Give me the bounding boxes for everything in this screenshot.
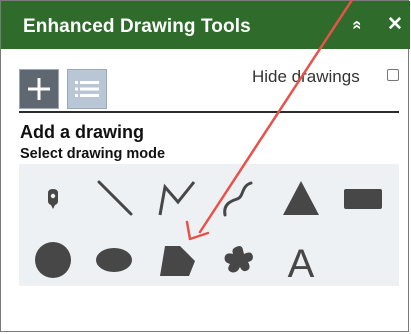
hide-drawings-checkbox[interactable] xyxy=(387,69,399,81)
drawing-mode-grid: A xyxy=(19,164,399,286)
freehand-line-tool-button[interactable] xyxy=(213,174,265,222)
hide-drawings-label: Hide drawings xyxy=(252,67,360,86)
triangle-tool-button[interactable] xyxy=(275,174,327,222)
tab-divider xyxy=(19,111,399,113)
drawing-tools-panel: Enhanced Drawing Tools « ✕ Hide drawings… xyxy=(0,0,410,332)
svg-text:A: A xyxy=(288,242,315,282)
circle-icon xyxy=(35,242,71,278)
polygon-icon xyxy=(160,246,195,276)
triangle-icon xyxy=(283,181,319,215)
close-icon: ✕ xyxy=(387,14,403,35)
freehand-polygon-tool-button[interactable] xyxy=(213,234,265,282)
text-icon: A xyxy=(288,242,315,282)
polygon-tool-button[interactable] xyxy=(151,234,203,282)
line-tool-button[interactable] xyxy=(89,174,141,222)
ellipse-tool-button[interactable] xyxy=(89,234,141,282)
circle-tool-button[interactable] xyxy=(27,234,79,282)
list-icon xyxy=(75,81,99,97)
collapse-icon: « xyxy=(349,20,368,30)
close-button[interactable]: ✕ xyxy=(384,11,406,39)
line-icon xyxy=(97,180,133,216)
ellipse-icon xyxy=(96,248,132,272)
polyline-tool-button[interactable] xyxy=(151,174,203,222)
point-tool-button[interactable] xyxy=(27,174,79,222)
plus-icon xyxy=(28,78,50,100)
freehand-line-icon xyxy=(223,181,253,217)
text-tool-button[interactable]: A xyxy=(275,234,327,282)
section-subheading: Select drawing mode xyxy=(20,146,166,162)
rectangle-icon xyxy=(344,189,382,209)
panel-header: Enhanced Drawing Tools « ✕ xyxy=(1,1,410,49)
section-heading: Add a drawing xyxy=(20,122,145,142)
add-drawing-tab[interactable] xyxy=(19,69,59,109)
panel-title: Enhanced Drawing Tools xyxy=(23,16,251,37)
freehand-polygon-icon xyxy=(224,246,253,273)
polyline-icon xyxy=(158,181,196,216)
drawing-list-tab[interactable] xyxy=(67,69,107,109)
rectangle-tool-button[interactable] xyxy=(337,174,389,222)
collapse-button[interactable]: « xyxy=(345,11,371,39)
point-icon xyxy=(48,189,58,209)
